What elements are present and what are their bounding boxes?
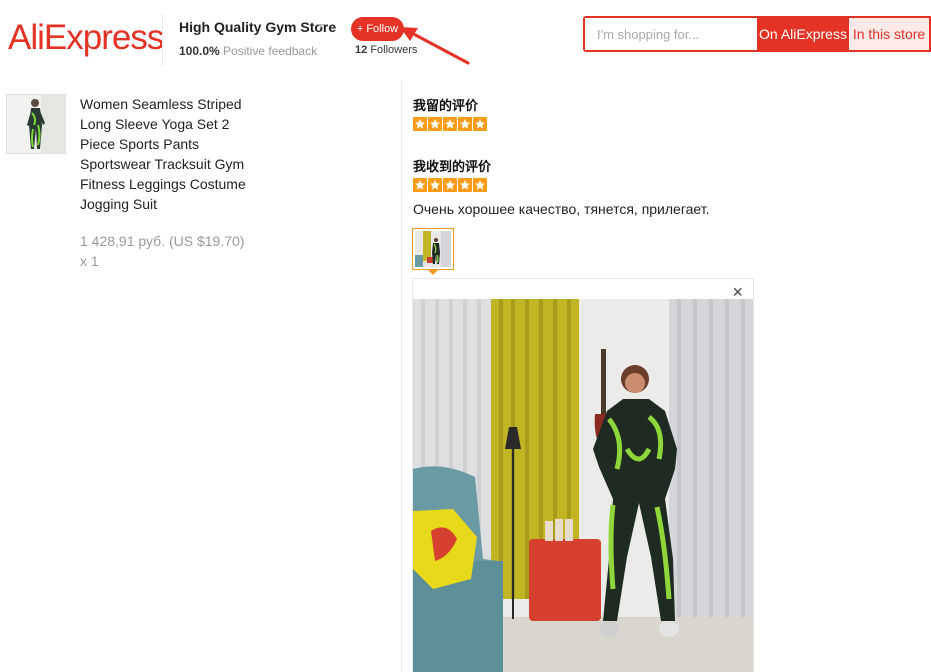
feedback-label: Positive feedback [223,44,318,58]
thumbnail-caret-icon [427,269,439,275]
store-feedback: 100.0% Positive feedback [179,44,317,58]
store-name[interactable]: High Quality Gym Store [179,19,336,35]
my-review-label: 我留的评价 [413,99,479,114]
star-icon [443,117,457,131]
star-icon [473,178,487,192]
search-in-store-button[interactable]: In this store [849,18,929,50]
star-icon [428,178,442,192]
review-text: Очень хорошее качество, тянется, прилега… [413,201,710,217]
review-photo[interactable] [413,299,753,672]
star-icon [443,178,457,192]
star-icon [428,117,442,131]
header-divider [162,14,163,66]
received-review-label: 我收到的评价 [413,160,492,175]
follow-button[interactable]: + Follow [351,17,404,41]
star-icon [473,117,487,131]
my-review-stars [413,117,487,131]
review-photo-image [413,299,753,672]
annotation-arrow-icon [400,27,470,65]
star-icon [413,117,427,131]
chevron-down-icon[interactable] [318,24,324,28]
column-divider [401,80,402,672]
followers-number: 12 [355,44,368,56]
product-image [7,95,65,153]
product-thumbnail[interactable] [6,94,66,154]
aliexpress-logo[interactable]: AliExpress [8,18,164,58]
search-bar: On AliExpress In this store [583,16,931,52]
product-quantity: x 1 [80,253,99,269]
search-input[interactable] [585,18,757,50]
search-on-aliexpress-button[interactable]: On AliExpress [757,18,849,50]
star-icon [413,178,427,192]
star-icon [458,178,472,192]
received-review-stars [413,178,487,192]
review-thumb-image [415,231,451,267]
review-photo-thumbnail[interactable] [412,228,454,270]
feedback-percent: 100.0% [179,44,220,58]
product-price: 1 428,91 руб. (US $19.70) [80,233,245,249]
product-title[interactable]: Women Seamless Striped Long Sleeve Yoga … [80,94,260,214]
review-photo-viewer: × [412,278,754,672]
star-icon [458,117,472,131]
